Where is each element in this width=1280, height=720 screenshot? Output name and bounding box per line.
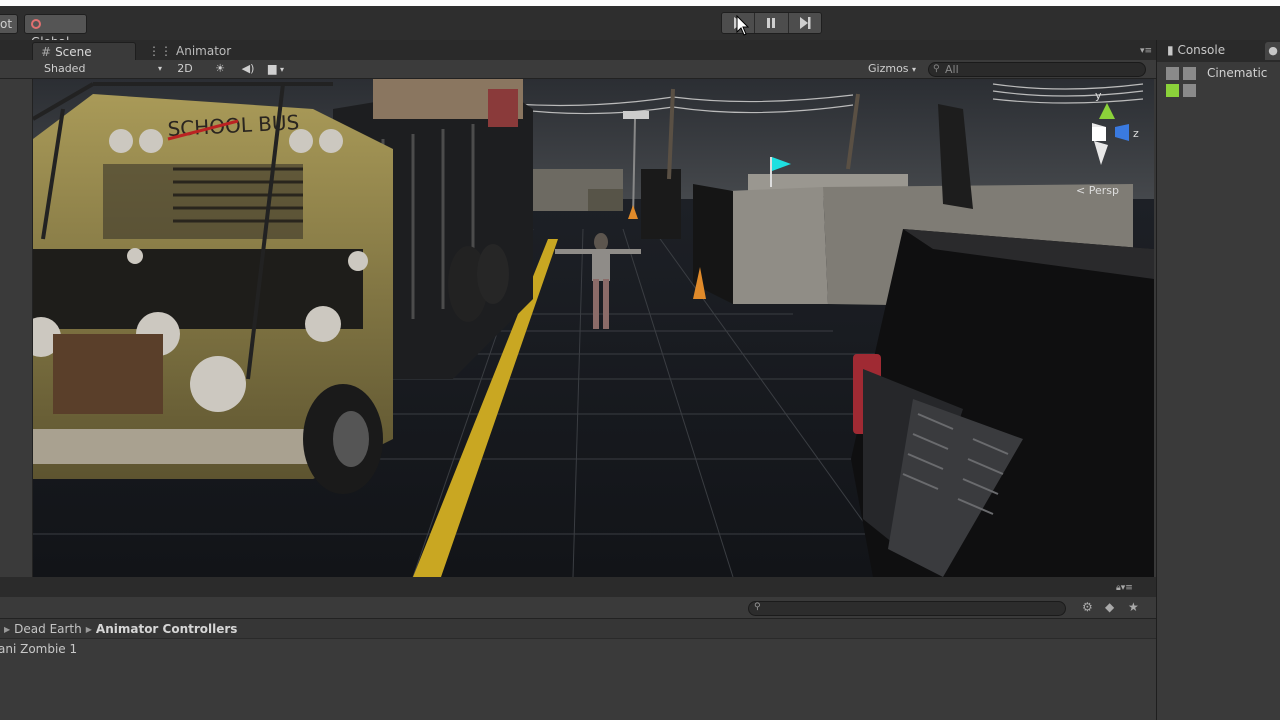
- scene-render: SCHOOL BUS y z < Persp: [33, 79, 1154, 577]
- main-toolbar: ot Global: [0, 6, 1280, 49]
- breadcrumb-animator-controllers[interactable]: Animator Controllers: [96, 622, 238, 636]
- mouse-cursor-icon: [736, 15, 750, 36]
- project-toolbar: ⚲ ⚙ ◆ ★: [0, 597, 1156, 619]
- gizmo-y-label: y: [1095, 89, 1102, 102]
- cinematic-label: Cinematic: [1207, 66, 1268, 80]
- draw-mode-label: Shaded: [44, 62, 86, 75]
- chevron-right-icon: ▶: [85, 625, 92, 634]
- asset-list: ani Zombie 1: [0, 639, 1156, 720]
- search-icon: ⚲: [933, 64, 940, 74]
- favorite-star-icon[interactable]: ★: [1128, 600, 1139, 614]
- chevron-down-icon: ▾: [912, 65, 917, 74]
- draw-mode-dropdown[interactable]: Shaded ▾: [44, 60, 164, 78]
- gizmos-dropdown[interactable]: Gizmos ▾: [868, 60, 922, 78]
- toggle-2d-button[interactable]: 2D: [170, 60, 200, 78]
- lighting-icon[interactable]: ☀: [212, 60, 228, 78]
- tab-console-label: Console: [1177, 43, 1226, 57]
- chevron-down-icon: ▾: [158, 64, 163, 73]
- scene-viewport[interactable]: SCHOOL BUS y z < Persp: [33, 79, 1154, 577]
- search-icon: ⚲: [754, 602, 761, 612]
- globe-icon: [31, 19, 41, 29]
- grid-icon: #: [41, 45, 52, 59]
- tab-animator[interactable]: ⋮⋮ Animator: [140, 42, 250, 60]
- effects-icon[interactable]: ▆ ▾: [268, 60, 294, 78]
- scene-search-input[interactable]: ⚲ All: [928, 62, 1146, 77]
- project-tab-bar: 🔒︎▾≡: [0, 577, 1156, 597]
- breadcrumb-dead-earth[interactable]: Dead Earth: [14, 622, 82, 636]
- label-tag-icon[interactable]: ◆: [1105, 600, 1114, 614]
- hierarchy-panel-edge: [0, 79, 33, 577]
- tab-scene-label: Scene: [55, 45, 92, 59]
- gizmos-label: Gizmos: [868, 62, 909, 75]
- step-button[interactable]: [788, 13, 821, 33]
- scene-toolbar: Shaded ▾ 2D ☀ ◀︎) ▆ ▾ Gizmos ▾ ⚲ All: [0, 60, 1156, 79]
- pivot-toggle-button[interactable]: ot: [0, 14, 18, 34]
- console-panel: ▮ Console ● Cinematic: [1156, 40, 1280, 720]
- asset-item[interactable]: ani Zombie 1: [0, 642, 77, 656]
- console-icon: ▮: [1167, 43, 1174, 57]
- info-icon[interactable]: ●: [1265, 42, 1280, 60]
- cinematic-icon: [1166, 67, 1196, 97]
- console-tab-bar: ▮ Console ●: [1157, 40, 1280, 62]
- tab-animator-label: Animator: [176, 44, 232, 58]
- panel-menu-icon[interactable]: ▾≡: [1132, 42, 1152, 60]
- cinematic-component[interactable]: Cinematic: [1165, 65, 1277, 99]
- animator-icon: ⋮⋮: [148, 44, 172, 58]
- search-placeholder: All: [945, 63, 959, 76]
- gizmo-z-label: z: [1133, 127, 1139, 140]
- pause-button[interactable]: [755, 13, 789, 33]
- tab-scene[interactable]: # Scene: [32, 42, 136, 60]
- breadcrumb: ▶ Dead Earth ▶ Animator Controllers: [0, 619, 1156, 639]
- chevron-right-icon: ▶: [4, 625, 11, 634]
- global-toggle-button[interactable]: Global: [24, 14, 87, 49]
- lock-icon[interactable]: 🔒︎▾≡: [1116, 583, 1133, 593]
- tab-console[interactable]: ▮ Console: [1167, 43, 1225, 57]
- project-search-input[interactable]: ⚲: [748, 601, 1066, 616]
- scene-tab-bar: # Scene ⋮⋮ Animator ▾≡: [0, 40, 1156, 60]
- pause-icon: [767, 18, 776, 28]
- audio-icon[interactable]: ◀︎): [240, 60, 256, 78]
- projection-label[interactable]: < Persp: [1076, 184, 1119, 197]
- step-icon: [799, 17, 811, 29]
- filter-type-icon[interactable]: ⚙: [1082, 600, 1093, 614]
